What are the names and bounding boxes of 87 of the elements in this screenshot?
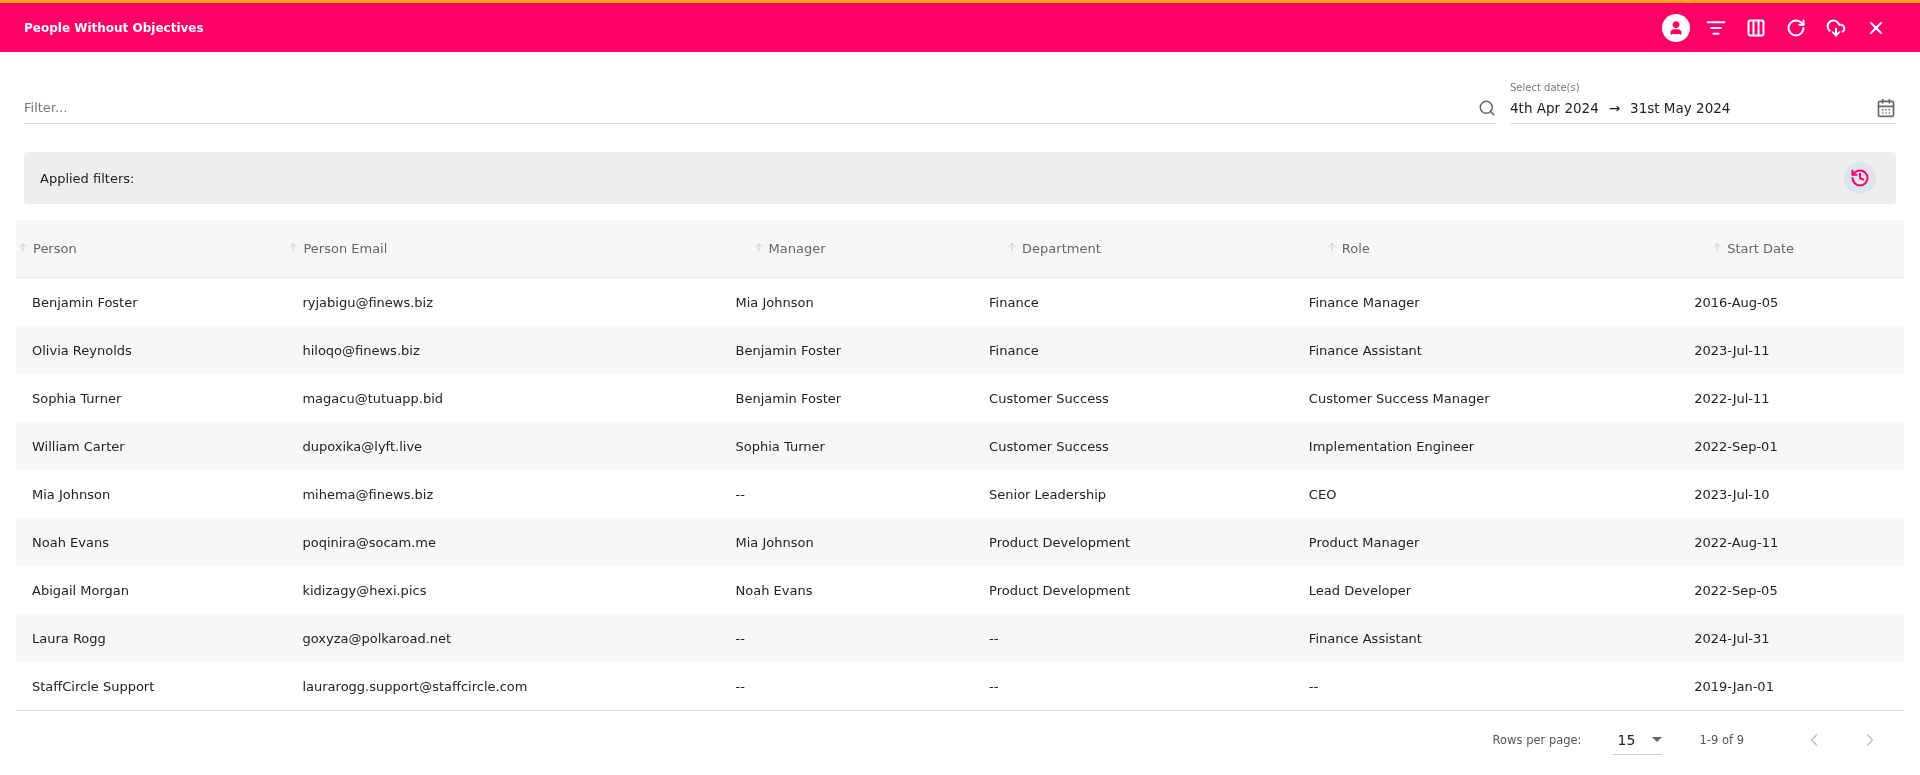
role-cell: Product Manager bbox=[1308, 534, 1420, 550]
email-cell: ryjabigu@finews.biz bbox=[302, 294, 434, 310]
end-date: 31st May 2024 bbox=[1630, 100, 1731, 116]
search-icon[interactable] bbox=[1478, 98, 1496, 117]
person-cell: Abigail Morgan bbox=[32, 582, 130, 598]
column-header[interactable]: Start Date bbox=[1711, 241, 1795, 256]
date-label: Select date(s) bbox=[1510, 82, 1581, 93]
start-date-cell: 2023-Jul-11 bbox=[1694, 342, 1770, 358]
person-cell: Olivia Reynolds bbox=[32, 342, 132, 358]
sort-arrow-icon bbox=[752, 241, 765, 253]
department-cell: Product Development bbox=[989, 582, 1131, 598]
department-cell: Finance bbox=[989, 294, 1039, 310]
date-range-field[interactable]: Select date(s) 4th Apr 2024 → 31st May 2024 bbox=[1510, 82, 1896, 124]
role-cell: Finance Manager bbox=[1308, 294, 1420, 310]
role-cell: CEO bbox=[1308, 486, 1337, 502]
sort-arrow-icon bbox=[287, 241, 300, 253]
manager-cell: Noah Evans bbox=[735, 582, 813, 598]
department-cell: -- bbox=[989, 678, 999, 694]
person-cell: Laura Rogg bbox=[32, 630, 106, 646]
person-cell: StaffCircle Support bbox=[32, 678, 155, 694]
history-icon bbox=[1850, 168, 1870, 188]
email-cell: laurarogg.support@staffcircle.com bbox=[302, 678, 528, 694]
role-cell: Implementation Engineer bbox=[1308, 438, 1475, 454]
manager-cell: -- bbox=[735, 678, 745, 694]
refresh-icon bbox=[1786, 17, 1806, 38]
manager-cell: Mia Johnson bbox=[735, 294, 814, 310]
column-header[interactable]: Role bbox=[1325, 241, 1370, 256]
email-cell: goxyza@polkaroad.net bbox=[302, 630, 452, 646]
email-cell: mihema@finews.biz bbox=[302, 486, 434, 502]
calendar-icon[interactable] bbox=[1876, 98, 1896, 118]
sort-arrow-icon bbox=[1006, 241, 1019, 253]
cloud-download-icon bbox=[1826, 17, 1846, 38]
person-cell: William Carter bbox=[32, 438, 125, 454]
person-cell: Mia Johnson bbox=[32, 486, 111, 502]
user-icon bbox=[1668, 19, 1684, 36]
columns-icon bbox=[1746, 17, 1766, 38]
role-cell: Customer Success Manager bbox=[1308, 390, 1490, 406]
manager-cell: -- bbox=[735, 486, 745, 502]
department-cell: Finance bbox=[989, 342, 1039, 358]
reset-filters-button[interactable] bbox=[1844, 162, 1876, 194]
manager-cell: Benjamin Foster bbox=[735, 342, 842, 358]
start-date-cell: 2016-Aug-05 bbox=[1694, 294, 1779, 310]
start-date-cell: 2019-Jan-01 bbox=[1694, 678, 1774, 694]
page-range: 1-9 of 9 bbox=[1699, 733, 1744, 747]
department-cell: -- bbox=[989, 630, 999, 646]
column-header[interactable]: Department bbox=[1006, 241, 1101, 256]
start-date-cell: 2022-Jul-11 bbox=[1694, 390, 1770, 406]
start-date-cell: 2022-Sep-05 bbox=[1694, 582, 1778, 598]
profile-button[interactable] bbox=[1662, 13, 1690, 42]
page-title: People Without Objectives bbox=[24, 20, 205, 35]
sort-arrow-icon bbox=[1325, 241, 1338, 253]
sort-arrow-icon bbox=[1711, 241, 1724, 253]
sort-arrow-icon bbox=[17, 241, 29, 253]
rows-per-page-label: Rows per page: bbox=[1492, 733, 1582, 747]
email-cell: hiloqo@finews.biz bbox=[302, 342, 420, 358]
person-cell: Noah Evans bbox=[32, 534, 109, 550]
applied-filters-label: Applied filters: bbox=[40, 170, 136, 186]
email-cell: magacu@tutuapp.bid bbox=[302, 390, 444, 406]
email-cell: kidizagy@hexi.pics bbox=[302, 582, 427, 598]
manager-cell: Sophia Turner bbox=[735, 438, 825, 454]
person-cell: Benjamin Foster bbox=[32, 294, 138, 310]
start-date-cell: 2022-Aug-11 bbox=[1694, 534, 1779, 550]
filter-field[interactable]: Filter... bbox=[24, 92, 1478, 124]
column-header[interactable]: Manager bbox=[752, 241, 826, 256]
rows-per-page-select[interactable]: 15 bbox=[1611, 725, 1662, 755]
role-cell: -- bbox=[1308, 678, 1319, 694]
manager-cell: Benjamin Foster bbox=[735, 390, 842, 406]
start-date-cell: 2023-Jul-10 bbox=[1694, 486, 1770, 502]
caret-icon bbox=[1651, 737, 1662, 742]
email-cell: dupoxika@lyft.live bbox=[302, 438, 423, 454]
role-cell: Finance Assistant bbox=[1308, 342, 1422, 358]
manager-cell: Mia Johnson bbox=[735, 534, 814, 550]
email-cell: poqinira@socam.me bbox=[302, 534, 436, 550]
department-cell: Customer Success bbox=[989, 390, 1109, 406]
department-cell: Product Development bbox=[989, 534, 1131, 550]
start-date: 4th Apr 2024 bbox=[1510, 100, 1599, 116]
department-cell: Customer Success bbox=[989, 438, 1109, 454]
department-cell: Senior Leadership bbox=[989, 486, 1107, 502]
start-date-cell: 2024-Jul-31 bbox=[1694, 630, 1770, 646]
role-cell: Lead Developer bbox=[1308, 582, 1412, 598]
role-cell: Finance Assistant bbox=[1308, 630, 1422, 646]
column-header[interactable]: Person Email bbox=[287, 241, 388, 256]
person-cell: Sophia Turner bbox=[32, 390, 122, 406]
manager-cell: -- bbox=[735, 630, 745, 646]
column-header[interactable]: Person bbox=[17, 241, 77, 256]
range-arrow: → bbox=[1608, 100, 1621, 116]
start-date-cell: 2022-Sep-01 bbox=[1694, 438, 1778, 454]
